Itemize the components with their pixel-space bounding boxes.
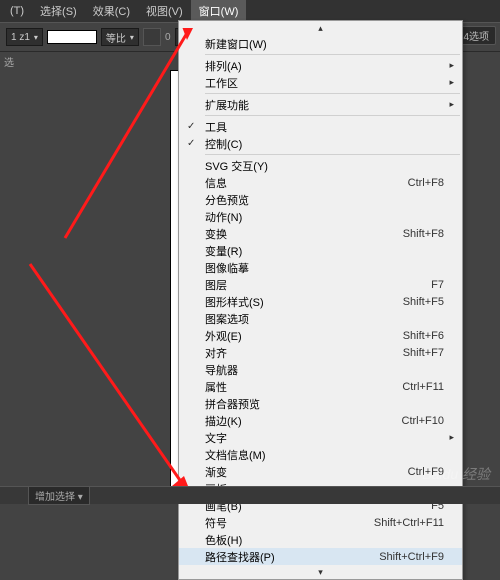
menu-item-label: 属性 (205, 379, 227, 395)
menu-item[interactable]: 新建窗口(W) (179, 35, 462, 52)
menu-separator (205, 115, 460, 116)
menu-separator (205, 54, 460, 55)
menu-item[interactable]: 图层 F7 (179, 276, 462, 293)
chevron-down-icon: ▾ (34, 33, 38, 42)
menu-item-label: 扩展功能 (205, 97, 249, 113)
menu-item[interactable]: 图像临摹 (179, 259, 462, 276)
menu-item-label: 文字 (205, 430, 227, 446)
menubar: (T) 选择(S) 效果(C) 视图(V) 窗口(W) (0, 0, 500, 22)
menu-item[interactable]: 文字 (179, 429, 462, 446)
chevron-down-icon: ▾ (130, 33, 134, 42)
menu-item-label: 文档信息(M) (205, 447, 266, 463)
menu-t[interactable]: (T) (2, 2, 32, 20)
menu-effect[interactable]: 效果(C) (85, 0, 138, 22)
menu-item[interactable]: 路径查找器(P) Shift+Ctrl+F9 (179, 548, 462, 565)
menu-item[interactable]: 描边(K) Ctrl+F10 (179, 412, 462, 429)
menu-scroll-down[interactable]: ▾ (179, 565, 462, 579)
menu-shortcut: Shift+F5 (403, 296, 444, 308)
menu-item-label: 外观(E) (205, 328, 242, 344)
menu-item[interactable]: 导航器 (179, 361, 462, 378)
menu-scroll-up[interactable]: ▴ (179, 21, 462, 35)
menu-item-label: 分色预览 (205, 192, 249, 208)
menu-item-label: 拼合器预览 (205, 396, 260, 412)
menu-item-label: 图层 (205, 277, 227, 293)
menu-item[interactable]: 分色预览 (179, 191, 462, 208)
menu-item-label: 排列(A) (205, 58, 242, 74)
menu-item[interactable]: 工作区 (179, 74, 462, 91)
menu-window[interactable]: 窗口(W) (191, 0, 247, 22)
menu-item-label: 变量(R) (205, 243, 242, 259)
menu-item-label: 新建窗口(W) (205, 36, 267, 52)
menu-shortcut: F7 (431, 279, 444, 291)
menu-separator (205, 154, 460, 155)
menu-item[interactable]: SVG 交互(Y) (179, 157, 462, 174)
menu-item[interactable]: 变换 Shift+F8 (179, 225, 462, 242)
menu-item-label: 图案选项 (205, 311, 249, 327)
bottom-dropdown[interactable]: 增加选择 ▾ (28, 486, 90, 505)
menu-item-label: 信息 (205, 175, 227, 191)
menu-item-label: 动作(N) (205, 209, 242, 225)
points-value: 0 (165, 32, 171, 43)
menu-item[interactable]: 信息 Ctrl+F8 (179, 174, 462, 191)
menu-item-label: 路径查找器(P) (205, 549, 275, 565)
menu-shortcut: Shift+F7 (403, 347, 444, 359)
menu-item-label: 对齐 (205, 345, 227, 361)
panel-tab[interactable]: 选 (4, 54, 14, 69)
menu-separator (205, 93, 460, 94)
menu-item[interactable]: 图形样式(S) Shift+F5 (179, 293, 462, 310)
menu-item[interactable]: 外观(E) Shift+F6 (179, 327, 462, 344)
menu-shortcut: Shift+F6 (403, 330, 444, 342)
menu-item-label: 符号 (205, 515, 227, 531)
menu-item[interactable]: 拼合器预览 (179, 395, 462, 412)
menu-shortcut: Shift+Ctrl+F11 (374, 517, 444, 529)
menu-view[interactable]: 视图(V) (138, 0, 191, 22)
menu-item[interactable]: 动作(N) (179, 208, 462, 225)
profile-dropdown[interactable]: 等比▾ (101, 28, 139, 46)
stroke-preview[interactable] (47, 30, 97, 44)
menu-item[interactable]: ✓ 控制(C) (179, 135, 462, 152)
menu-item[interactable]: 图案选项 (179, 310, 462, 327)
menu-item-label: 工作区 (205, 75, 238, 91)
menu-item-label: 控制(C) (205, 136, 242, 152)
check-icon: ✓ (187, 121, 195, 132)
watermark: Baidu 经验 (422, 464, 490, 484)
menu-item[interactable]: 渐变Ctrl+F9 (179, 463, 462, 480)
menu-item[interactable]: 符号 Shift+Ctrl+F11 (179, 514, 462, 531)
menu-item-label: 色板(H) (205, 532, 242, 548)
zoom-dropdown[interactable]: 1 z1▾ (6, 28, 43, 46)
menu-select[interactable]: 选择(S) (32, 0, 85, 22)
menu-item-label: 描边(K) (205, 413, 242, 429)
menu-item[interactable]: 属性 Ctrl+F11 (179, 378, 462, 395)
menu-item[interactable]: 变量(R) (179, 242, 462, 259)
menu-shortcut: Ctrl+F10 (402, 415, 445, 427)
star-tool-icon[interactable] (143, 28, 161, 46)
menu-item-label: 图形样式(S) (205, 294, 264, 310)
menu-item-label: 变换 (205, 226, 227, 242)
menu-item[interactable]: 扩展功能 (179, 96, 462, 113)
check-icon: ✓ (187, 138, 195, 149)
menu-item-label: SVG 交互(Y) (205, 158, 268, 174)
menu-item-label: 渐变 (205, 464, 227, 480)
menu-item-label: 导航器 (205, 362, 238, 378)
menu-shortcut: Shift+F8 (403, 228, 444, 240)
menu-item[interactable]: 文档信息(M) (179, 446, 462, 463)
menu-item[interactable]: ✓ 工具 (179, 118, 462, 135)
status-bar: 增加选择 ▾ (0, 486, 500, 504)
menu-shortcut: Ctrl+F8 (408, 177, 444, 189)
menu-item-label: 图像临摹 (205, 260, 249, 276)
menu-item-label: 工具 (205, 119, 227, 135)
menu-item[interactable]: 色板(H) (179, 531, 462, 548)
menu-item[interactable]: 排列(A) (179, 57, 462, 74)
menu-shortcut: Shift+Ctrl+F9 (379, 551, 444, 563)
menu-item[interactable]: 对齐 Shift+F7 (179, 344, 462, 361)
menu-shortcut: Ctrl+F11 (402, 381, 444, 393)
